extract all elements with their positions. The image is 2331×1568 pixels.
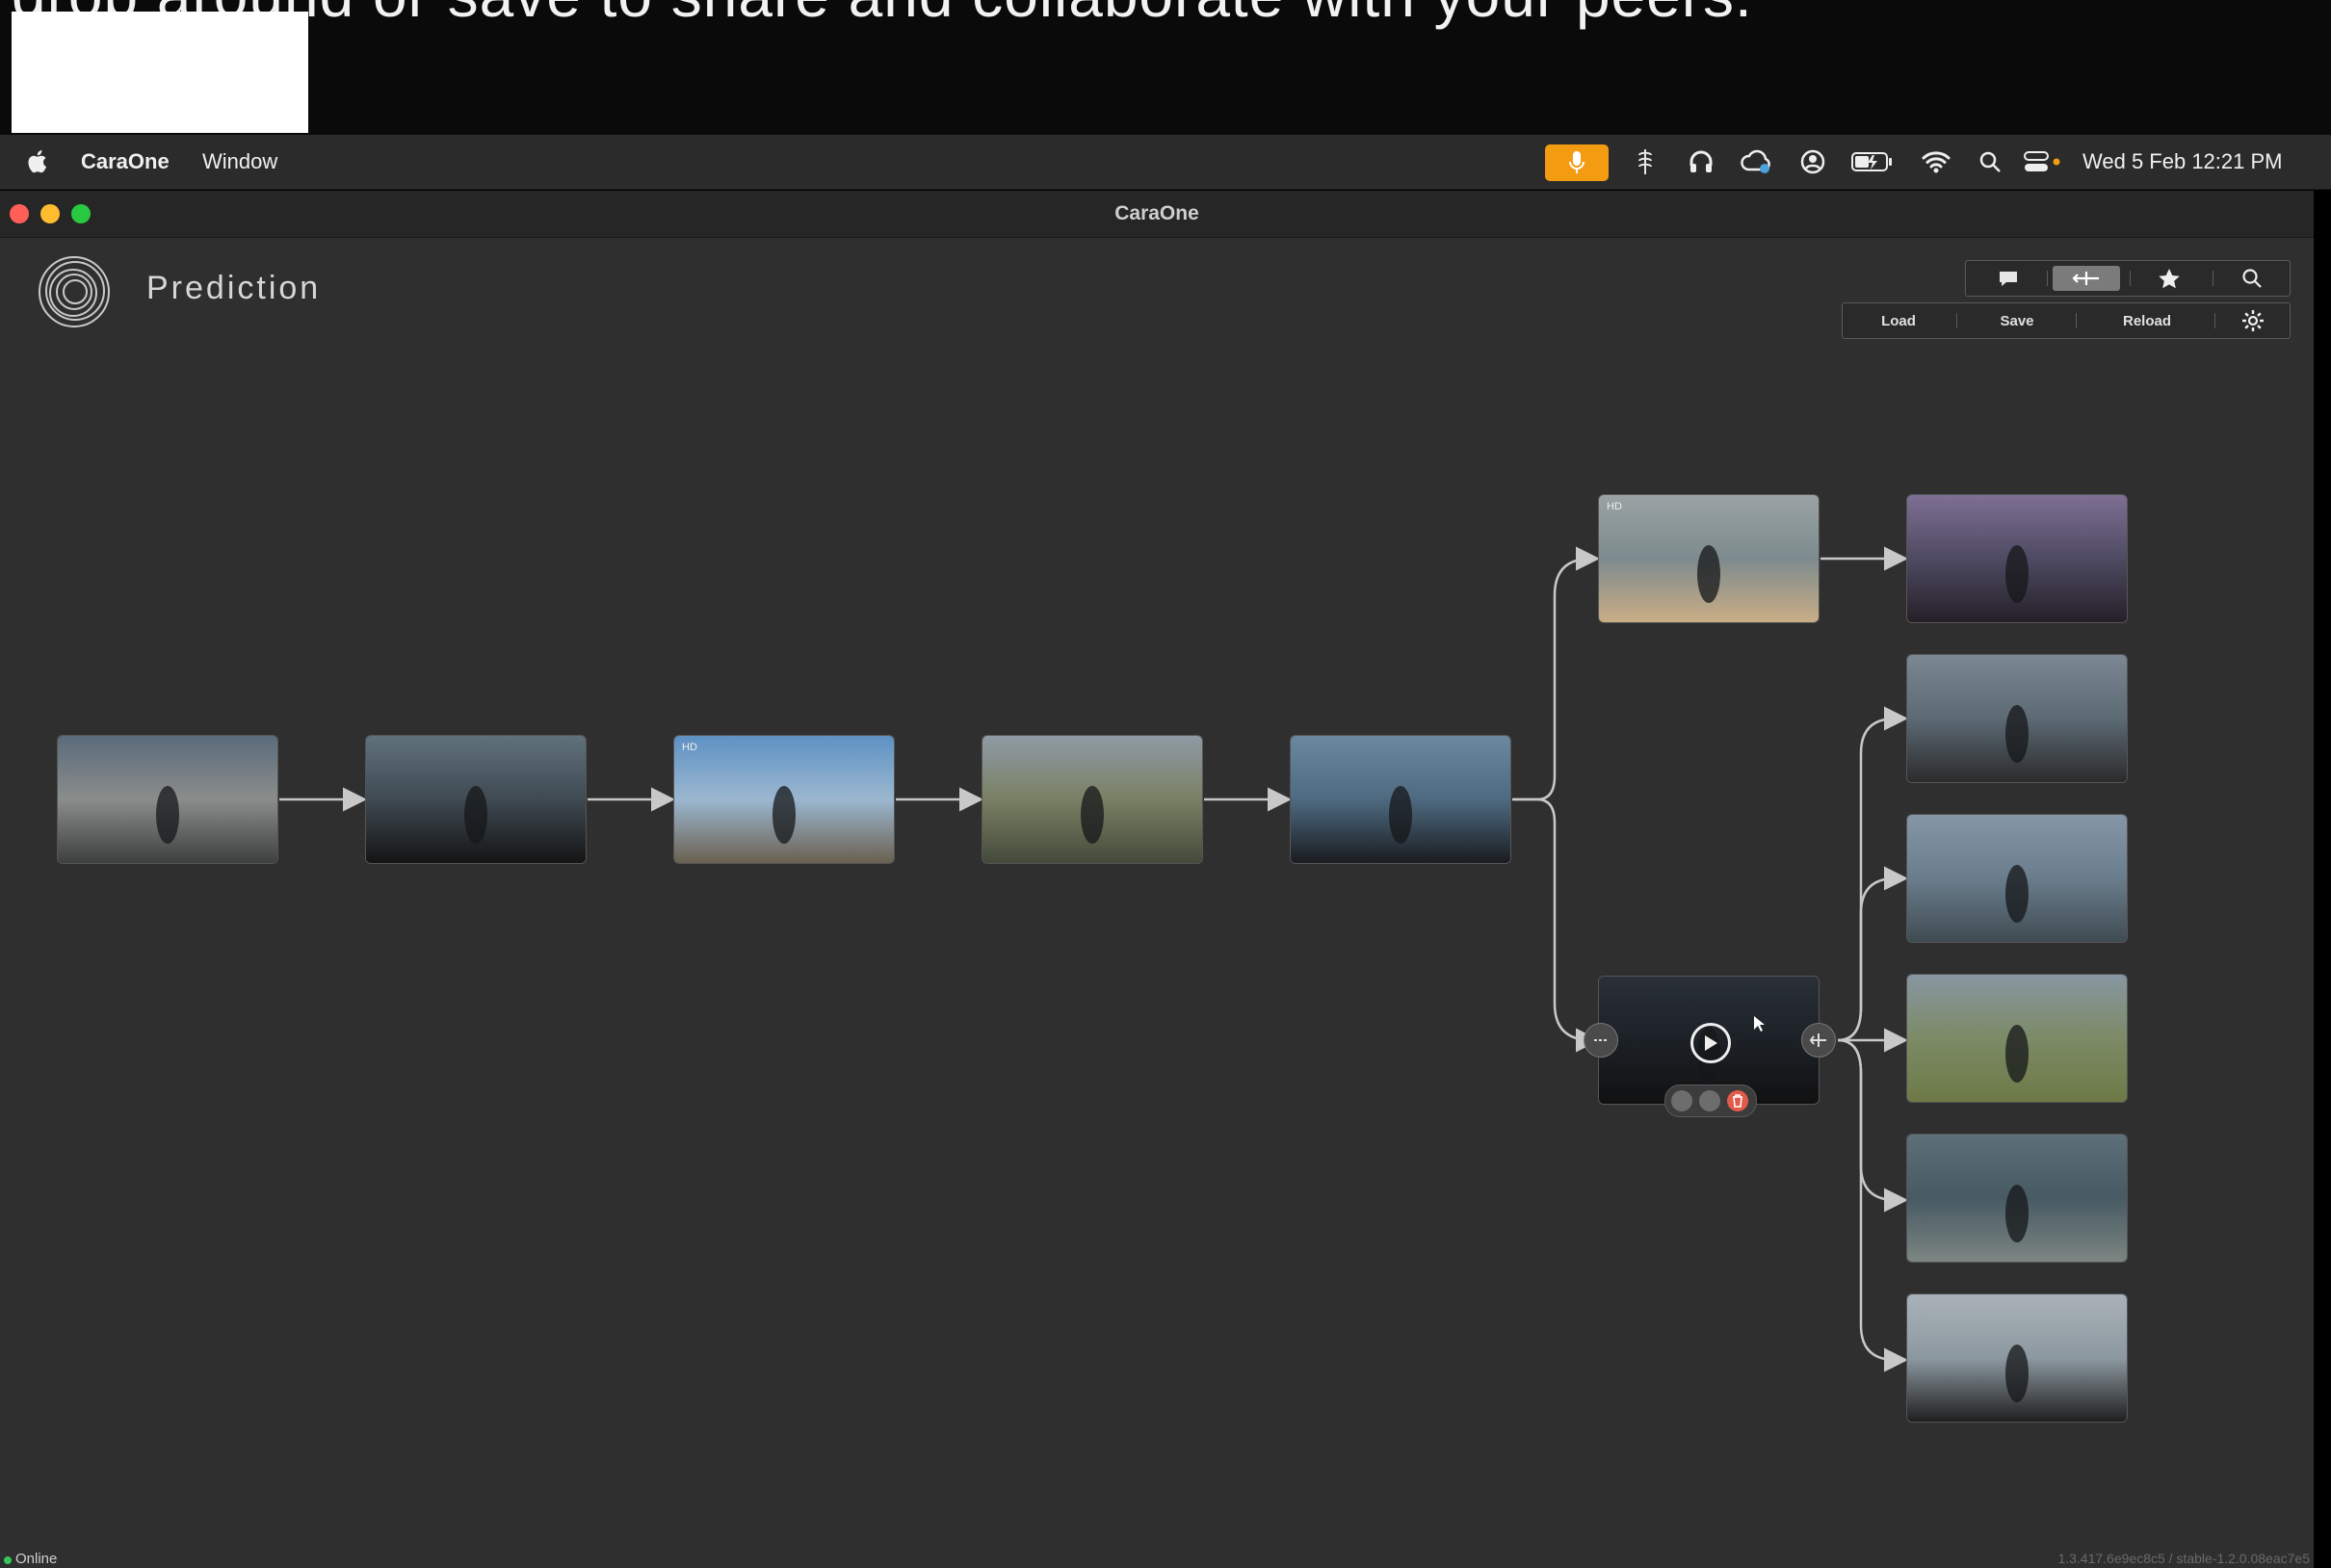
graph-node-9[interactable] [1907,655,2127,782]
microphone-icon[interactable] [1545,144,1609,181]
delete-icon[interactable] [1727,1090,1748,1111]
window-title: CaraOne [1114,202,1199,224]
user-icon[interactable] [1794,144,1832,179]
drive-icon[interactable] [1626,144,1664,179]
graph-node-6[interactable]: HD [1599,495,1819,622]
window-titlebar: CaraOne [0,191,2314,238]
edge-n7-n10 [1837,866,1908,1042]
menu-clock[interactable]: Wed 5 Feb 12:21 PM [2082,135,2283,189]
edge-n5-n7 [1512,797,1600,1053]
battery-icon[interactable] [1849,144,1896,179]
edge-n7-n12 [1837,1038,1908,1213]
control-center-icon[interactable] [2019,144,2065,179]
comment-icon[interactable] [1671,1090,1692,1111]
graph-node-1[interactable] [58,736,277,863]
menu-bar: CaraOne Window Wed 5 Feb 12:21 PM [0,135,2331,190]
edge-n5-n6 [1512,546,1600,801]
online-indicator-icon [4,1556,12,1564]
hd-badge: HD [1607,501,1622,512]
graph-node-2[interactable] [366,736,586,863]
headphones-icon[interactable] [1682,144,1720,179]
online-status: Online [15,1551,58,1567]
apple-icon[interactable] [19,144,58,179]
cloud-sync-icon[interactable] [1738,144,1776,179]
version-label: 1.3.417.6e9ec8c5 / stable-1.2.0.08eac7e5 [2057,1551,2310,1566]
image-icon[interactable] [1699,1090,1720,1111]
branch-icon[interactable] [1801,1023,1836,1058]
node-action-bar [1664,1085,1757,1117]
play-icon[interactable] [1690,1023,1731,1063]
graph-node-5[interactable] [1291,736,1510,863]
graph-node-8[interactable] [1907,495,2127,622]
hd-badge: HD [682,742,697,753]
app-window: CaraOne Prediction Load Save Reload HD H… [0,191,2314,1568]
link-icon[interactable] [1584,1023,1618,1058]
graph-node-11[interactable] [1907,975,2127,1102]
caption-band: drop around or save to share and collabo… [0,0,2331,135]
white-overlay-box [12,12,308,133]
graph-node-4[interactable] [982,736,1202,863]
wifi-icon[interactable] [1917,144,1955,179]
graph-node-13[interactable] [1907,1294,2127,1422]
cursor-icon [1753,1015,1767,1037]
menu-app-name[interactable]: CaraOne [81,135,170,189]
graph-node-12[interactable] [1907,1135,2127,1262]
graph-node-10[interactable] [1907,815,2127,942]
menu-window[interactable]: Window [202,135,277,189]
search-icon[interactable] [1971,144,2009,179]
graph-node-3[interactable]: HD [674,736,894,863]
